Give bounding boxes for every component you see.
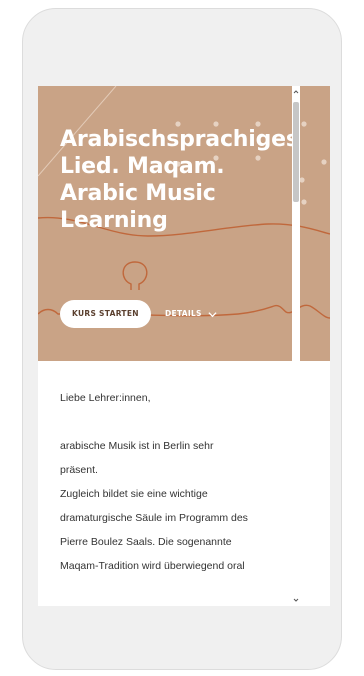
course-title: Arabischsprachiges Lied. Maqam. Arabic M… <box>60 126 310 234</box>
description-line: Zugleich bildet sie eine wichtige <box>60 488 208 500</box>
details-toggle-button[interactable]: DETAILS <box>165 300 217 328</box>
course-description: Liebe Lehrer:innen, arabische Musik ist … <box>60 386 310 578</box>
description-line: Pierre Boulez Saals. Die sogenannte <box>60 536 232 548</box>
course-title-line: Learning <box>60 208 168 233</box>
details-label: DETAILS <box>165 309 202 318</box>
scrollbar-thumb[interactable] <box>293 102 299 202</box>
page-viewport[interactable]: Arabischsprachiges Lied. Maqam. Arabic M… <box>38 86 330 606</box>
course-title-line: Lied. Maqam. <box>60 154 225 179</box>
description-line: Maqam-Tradition wird überwiegend oral <box>60 560 245 572</box>
description-line: präsent. <box>60 464 98 476</box>
scroll-up-arrow-icon[interactable] <box>292 88 300 96</box>
description-line: Liebe Lehrer:innen, <box>60 392 151 404</box>
course-title-line: Arabischsprachiges <box>60 127 299 152</box>
vertical-scrollbar[interactable] <box>292 86 300 606</box>
course-hero: Arabischsprachiges Lied. Maqam. Arabic M… <box>38 86 330 361</box>
description-line: dramaturgische Säule im Programm des <box>60 512 248 524</box>
course-title-line: Arabic Music <box>60 181 216 206</box>
scroll-down-arrow-icon[interactable] <box>292 596 300 604</box>
chevron-down-icon <box>208 311 217 317</box>
description-line: arabische Musik ist in Berlin sehr <box>60 440 214 452</box>
start-course-button[interactable]: KURS STARTEN <box>60 300 151 328</box>
